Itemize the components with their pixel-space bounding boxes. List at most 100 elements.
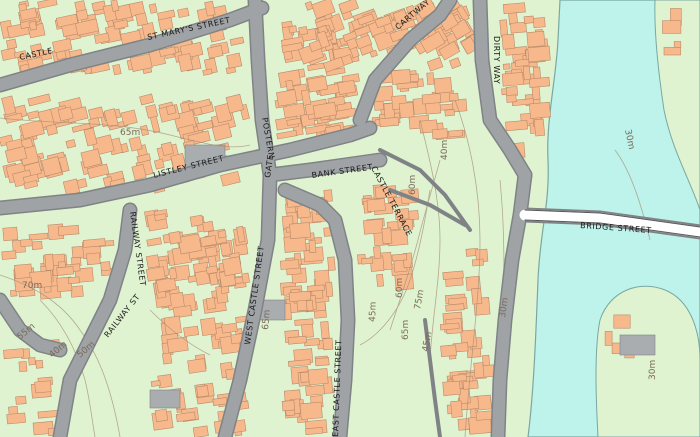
building xyxy=(35,359,44,369)
building xyxy=(526,30,546,48)
building xyxy=(433,77,453,94)
building xyxy=(363,218,384,235)
building xyxy=(2,226,19,242)
building xyxy=(177,7,190,19)
contour-label: 40m xyxy=(440,140,450,160)
contour-label: 60m xyxy=(395,278,405,298)
building xyxy=(307,368,329,386)
building xyxy=(165,104,177,116)
building xyxy=(532,17,546,29)
building xyxy=(305,384,325,396)
building xyxy=(205,297,216,310)
building xyxy=(325,281,334,297)
building xyxy=(533,118,546,137)
building xyxy=(442,270,464,280)
building xyxy=(275,89,298,107)
building xyxy=(379,116,400,128)
building xyxy=(192,425,209,437)
building xyxy=(177,233,202,255)
building xyxy=(154,408,169,423)
building xyxy=(662,20,682,34)
building xyxy=(285,79,294,91)
building xyxy=(82,238,106,248)
building xyxy=(196,385,209,398)
building xyxy=(509,21,527,34)
building xyxy=(391,253,408,262)
building xyxy=(452,373,467,383)
building xyxy=(473,362,485,379)
building xyxy=(57,261,66,268)
building xyxy=(373,246,382,259)
building xyxy=(450,400,463,418)
building xyxy=(241,272,250,284)
building xyxy=(444,109,455,117)
building xyxy=(57,224,80,236)
building xyxy=(28,20,38,31)
building xyxy=(189,214,204,227)
building xyxy=(306,75,328,93)
building xyxy=(150,380,161,387)
public-building xyxy=(619,334,656,356)
building xyxy=(366,198,386,213)
building xyxy=(307,284,325,292)
building xyxy=(528,76,551,88)
building xyxy=(100,261,111,272)
map-viewport[interactable]: ST MARY'S STREET CASTLE CARTWAY DIRTY WA… xyxy=(0,0,700,437)
building xyxy=(202,220,215,233)
building xyxy=(1,250,17,260)
building xyxy=(305,427,323,436)
building xyxy=(506,94,517,103)
building xyxy=(183,325,200,337)
building xyxy=(381,227,393,245)
building xyxy=(3,348,25,360)
building xyxy=(457,418,470,431)
building xyxy=(67,276,80,285)
building xyxy=(528,101,551,119)
building xyxy=(145,254,160,269)
label-dirty-way: DIRTY WAY xyxy=(492,36,501,84)
building xyxy=(45,123,59,136)
building xyxy=(34,380,52,394)
building xyxy=(527,45,551,63)
contour-label: 65m xyxy=(120,128,140,138)
contour-label: 60m xyxy=(408,175,418,195)
building xyxy=(168,267,178,280)
building xyxy=(172,305,193,319)
building xyxy=(298,26,309,36)
building xyxy=(70,285,84,298)
building xyxy=(287,335,307,345)
building xyxy=(421,93,442,105)
building xyxy=(161,352,173,365)
map-canvas[interactable]: ST MARY'S STREET CASTLE CARTWAY DIRTY WA… xyxy=(0,0,700,437)
building xyxy=(305,299,314,312)
building xyxy=(514,58,530,67)
building xyxy=(613,314,631,329)
building xyxy=(426,72,435,85)
building xyxy=(440,344,457,358)
building xyxy=(281,400,296,412)
building xyxy=(439,322,460,331)
building xyxy=(37,410,59,419)
building xyxy=(44,253,55,271)
building xyxy=(501,33,516,50)
building xyxy=(663,47,681,56)
building xyxy=(505,119,528,132)
building xyxy=(448,92,459,102)
building xyxy=(376,273,384,287)
public-building xyxy=(149,389,181,409)
building xyxy=(398,102,415,119)
contour-label: 45m xyxy=(368,302,379,323)
building xyxy=(283,50,293,61)
contour-label: 70m xyxy=(22,281,42,291)
building xyxy=(522,66,531,81)
building xyxy=(279,259,300,270)
building xyxy=(442,380,461,396)
building xyxy=(5,38,18,50)
building xyxy=(501,72,524,87)
building xyxy=(604,331,613,346)
building xyxy=(135,12,149,27)
building xyxy=(168,230,182,245)
building xyxy=(217,230,227,239)
building xyxy=(337,79,357,96)
building xyxy=(31,240,43,250)
